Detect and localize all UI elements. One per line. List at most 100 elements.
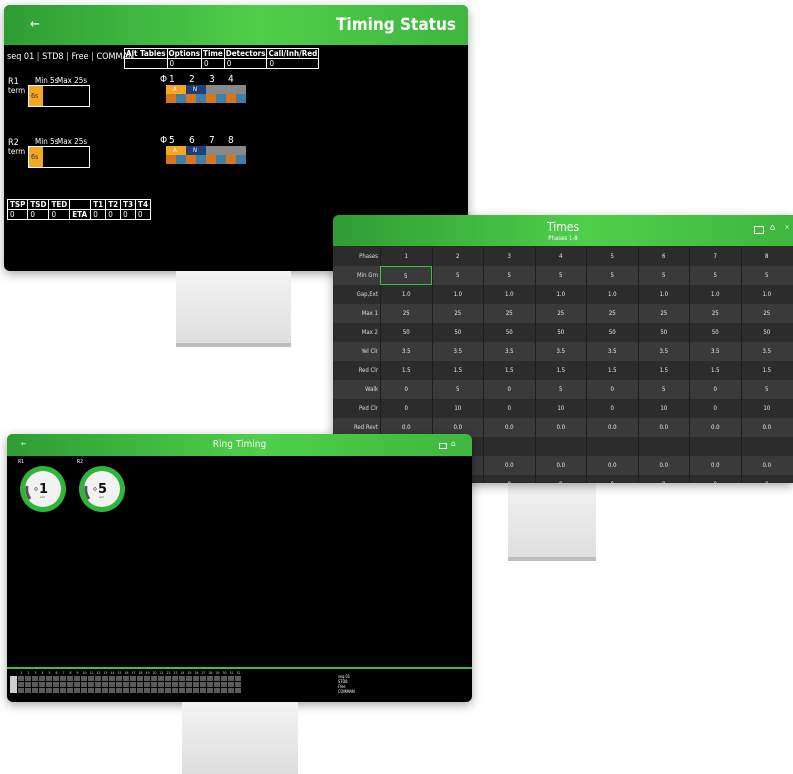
times-cell[interactable]: 50	[483, 323, 535, 342]
times-cell[interactable]: 10	[534, 399, 587, 418]
times-cell[interactable]: 5	[637, 266, 690, 285]
times-cell[interactable]: 50	[380, 323, 432, 342]
times-cell[interactable]	[689, 437, 741, 456]
times-cell[interactable]: 3.5	[380, 342, 432, 361]
times-cell[interactable]: 1.5	[431, 361, 484, 380]
times-cell[interactable]: 1.5	[534, 361, 587, 380]
times-cell[interactable]: 10	[637, 399, 690, 418]
times-cell[interactable]: 1.0	[431, 285, 484, 304]
times-cell[interactable]: 0	[740, 475, 793, 483]
times-cell[interactable]: 25	[689, 304, 741, 323]
back-arrow-icon[interactable]: ←	[30, 17, 40, 32]
times-cell[interactable]: 1.0	[740, 285, 793, 304]
times-cell[interactable]: 25	[586, 304, 638, 323]
times-cell[interactable]	[740, 437, 793, 456]
times-cell[interactable]: 5	[586, 266, 638, 285]
times-cell[interactable]: 1.5	[637, 361, 690, 380]
times-cell[interactable]: 50	[740, 323, 793, 342]
times-cell[interactable]: 5	[431, 380, 484, 399]
header-t1: T1	[90, 199, 107, 210]
times-cell[interactable]: 0.0	[689, 456, 741, 475]
times-cell[interactable]: 0	[586, 475, 638, 483]
times-cell[interactable]: 5	[534, 380, 587, 399]
times-cell[interactable]: 0.0	[637, 456, 690, 475]
times-cell[interactable]: 3.5	[534, 342, 587, 361]
times-cell[interactable]: 50	[586, 323, 638, 342]
phase-status-cell	[137, 676, 143, 681]
times-cell[interactable]: 0.0	[483, 456, 535, 475]
times-cell[interactable]: 0.0	[534, 456, 587, 475]
times-cell[interactable]: 3.5	[431, 342, 484, 361]
times-cell[interactable]: 5	[483, 266, 535, 285]
times-cell[interactable]	[483, 437, 535, 456]
times-cell[interactable]: 1.5	[586, 361, 638, 380]
times-cell[interactable]: 50	[534, 323, 587, 342]
times-cell[interactable]: 1.0	[586, 285, 638, 304]
times-cell[interactable]: 50	[689, 323, 741, 342]
phase-number: 31	[229, 671, 234, 675]
times-cell[interactable]: 10	[740, 399, 793, 418]
times-cell[interactable]: 25	[534, 304, 587, 323]
times-cell[interactable]: 1.0	[689, 285, 741, 304]
times-cell[interactable]: 0.0	[586, 456, 638, 475]
times-cell[interactable]	[637, 437, 690, 456]
times-cell[interactable]: 5	[689, 266, 741, 285]
times-cell[interactable]: 25	[431, 304, 484, 323]
ring2-phase-indicators: A N	[166, 146, 246, 164]
times-cell[interactable]: 0	[637, 475, 690, 483]
times-cell[interactable]: 1.0	[483, 285, 535, 304]
times-cell[interactable]: 0	[689, 380, 741, 399]
times-cell[interactable]: 5	[740, 380, 793, 399]
times-cell[interactable]: 1.5	[689, 361, 741, 380]
times-cell[interactable]	[586, 437, 638, 456]
times-cell[interactable]: 3.5	[483, 342, 535, 361]
times-cell[interactable]: 3.5	[586, 342, 638, 361]
times-cell[interactable]: 5	[380, 266, 432, 285]
times-cell[interactable]: 0	[689, 475, 741, 483]
times-cell[interactable]: 3.5	[740, 342, 793, 361]
header-t3: T3	[120, 199, 137, 210]
times-cell[interactable]: 0	[689, 399, 741, 418]
times-cell[interactable]: 0.0	[534, 418, 587, 437]
times-cell[interactable]: 1.0	[534, 285, 587, 304]
times-cell[interactable]: 0.0	[637, 418, 690, 437]
times-cell[interactable]: 0.0	[483, 418, 535, 437]
envelope-icon[interactable]	[439, 443, 447, 449]
times-cell[interactable]: 0	[483, 475, 535, 483]
times-cell[interactable]: 0	[586, 380, 638, 399]
times-cell[interactable]: 25	[740, 304, 793, 323]
times-cell[interactable]: 0.0	[740, 456, 793, 475]
times-cell[interactable]: 5	[740, 266, 793, 285]
times-cell[interactable]: 0	[380, 399, 432, 418]
times-cell[interactable]: 25	[483, 304, 535, 323]
times-cell[interactable]: 0.0	[586, 418, 638, 437]
times-cell[interactable]: 1.0	[637, 285, 690, 304]
times-cell[interactable]: 0.0	[740, 418, 793, 437]
times-cell[interactable]: 1.0	[380, 285, 432, 304]
times-cell[interactable]: 50	[431, 323, 484, 342]
home-icon[interactable]: ⌂	[770, 223, 775, 233]
value-eta: ETA	[69, 209, 92, 220]
times-cell[interactable]: 50	[637, 323, 690, 342]
home-icon[interactable]: ⌂	[451, 439, 456, 448]
times-cell[interactable]: 25	[637, 304, 690, 323]
times-cell[interactable]: 1.5	[483, 361, 535, 380]
times-cell[interactable]: 5	[431, 266, 484, 285]
times-cell[interactable]: 0	[534, 475, 587, 483]
times-cell[interactable]: 0	[483, 380, 535, 399]
times-cell[interactable]: 1.5	[380, 361, 432, 380]
times-cell[interactable]: 3.5	[637, 342, 690, 361]
close-icon[interactable]: ✕	[784, 223, 790, 232]
times-cell[interactable]: 25	[380, 304, 432, 323]
times-cell[interactable]: 0.0	[689, 418, 741, 437]
times-cell[interactable]: 0	[380, 380, 432, 399]
times-cell[interactable]: 3.5	[689, 342, 741, 361]
times-cell[interactable]: 5	[637, 380, 690, 399]
times-cell[interactable]: 1.5	[740, 361, 793, 380]
times-cell[interactable]: 5	[534, 266, 587, 285]
envelope-icon[interactable]	[754, 226, 764, 234]
times-cell[interactable]	[534, 437, 587, 456]
times-cell[interactable]: 10	[431, 399, 484, 418]
times-cell[interactable]: 0	[483, 399, 535, 418]
times-cell[interactable]: 0	[586, 399, 638, 418]
